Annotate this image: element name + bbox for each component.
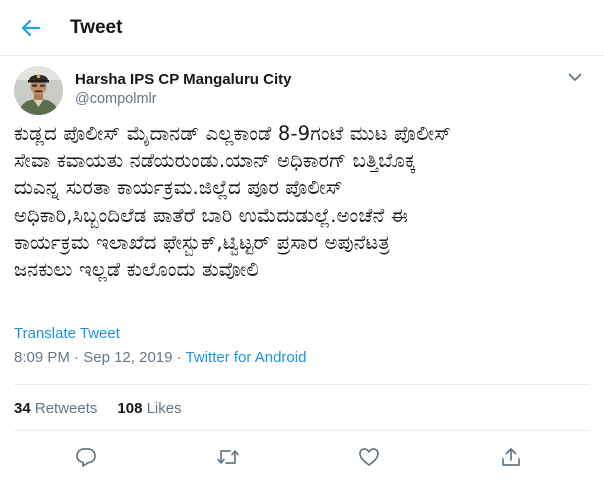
back-button[interactable] — [14, 11, 48, 45]
retweets-label: Retweets — [34, 400, 98, 417]
translate-tweet-link[interactable]: Translate Tweet — [14, 325, 120, 342]
reply-icon — [76, 448, 96, 467]
tweet-text-line: ಕುಡ್ಲದ ಪೊಲೀಸ್ ಮೈದಾನಡ್ ಎಲ್ಲಕಾಂಡೆ 8-9ಗಂಟೆ … — [14, 122, 452, 145]
likes-count: 108 — [117, 400, 143, 417]
more-options-button[interactable] — [566, 70, 584, 84]
like-icon — [359, 448, 379, 466]
meta-separator: · — [69, 349, 84, 366]
tweet-stats: 34 Retweets 108 Likes — [14, 400, 182, 417]
share-button[interactable] — [498, 444, 524, 470]
tweet-text-line: ಅಧಿಕಾರಿ,ಸಿಬ್ಬಂದಿಲೆಡ ಪಾತೆರೆ ಬಾರಿ ಉಮೆದುಡುಲ… — [14, 203, 409, 227]
likes-label: Likes — [146, 400, 182, 417]
retweets-count: 34 — [14, 400, 31, 417]
reply-button[interactable] — [73, 444, 99, 470]
retweets-stat[interactable]: 34 Retweets — [14, 400, 97, 417]
tweet-date[interactable]: Sep 12, 2019 — [83, 349, 172, 366]
tweet-text-line: ಸೇವಾ ಕವಾಯತು ನಡೆಯರುಂಡು.ಯಾನ್ ಅಧಿಕಾರಗ್ ಬತ್ತ… — [14, 149, 416, 173]
avatar[interactable] — [14, 66, 63, 115]
retweet-icon — [217, 450, 239, 464]
chevron-down-icon — [568, 73, 582, 81]
like-button[interactable] — [356, 444, 382, 470]
likes-stat[interactable]: 108 Likes — [117, 400, 181, 417]
tweet-meta: 8:09 PM · Sep 12, 2019 · Twitter for And… — [14, 349, 306, 366]
retweet-button[interactable] — [215, 444, 241, 470]
divider — [14, 430, 590, 431]
meta-separator: · — [172, 349, 186, 366]
page-title: Tweet — [70, 17, 123, 38]
top-bar: Tweet — [0, 0, 604, 56]
tweet-text-line: ದುಎನ್ನ ಸುರತಾ ಕಾರ್ಯಕ್ರಮ.ಜಿಲ್ಲೆದ ಪೂರ ಪೊಲೀಸ… — [14, 176, 343, 200]
back-arrow-icon — [21, 19, 41, 37]
tweet-text-line: ಕಾರ್ಯಕ್ರಮ ಇಲಾಖೆದ ಫೇಸ್ಬುಕ್,ಟ್ವಿಟ್ಟರ್ ಪ್ರಸ… — [14, 230, 390, 254]
author-handle[interactable]: @compolmlr — [75, 91, 157, 107]
divider — [14, 384, 590, 385]
tweet-text-line: ಜನಕುಲು ಇಲ್ಲಡೆ ಕುಲೊಂದು ತುವೋಲಿ — [14, 258, 260, 282]
tweet-source-link[interactable]: Twitter for Android — [186, 349, 307, 366]
tweet-text: ಕುಡ್ಲದ ಪೊಲೀಸ್ ಮೈದಾನಡ್ ಎಲ್ಲಕಾಂಡೆ 8-9ಗಂಟೆ … — [14, 120, 594, 283]
tweet-time[interactable]: 8:09 PM — [14, 349, 70, 366]
author-name[interactable]: Harsha IPS CP Mangaluru City — [75, 71, 291, 88]
share-icon — [502, 448, 520, 466]
